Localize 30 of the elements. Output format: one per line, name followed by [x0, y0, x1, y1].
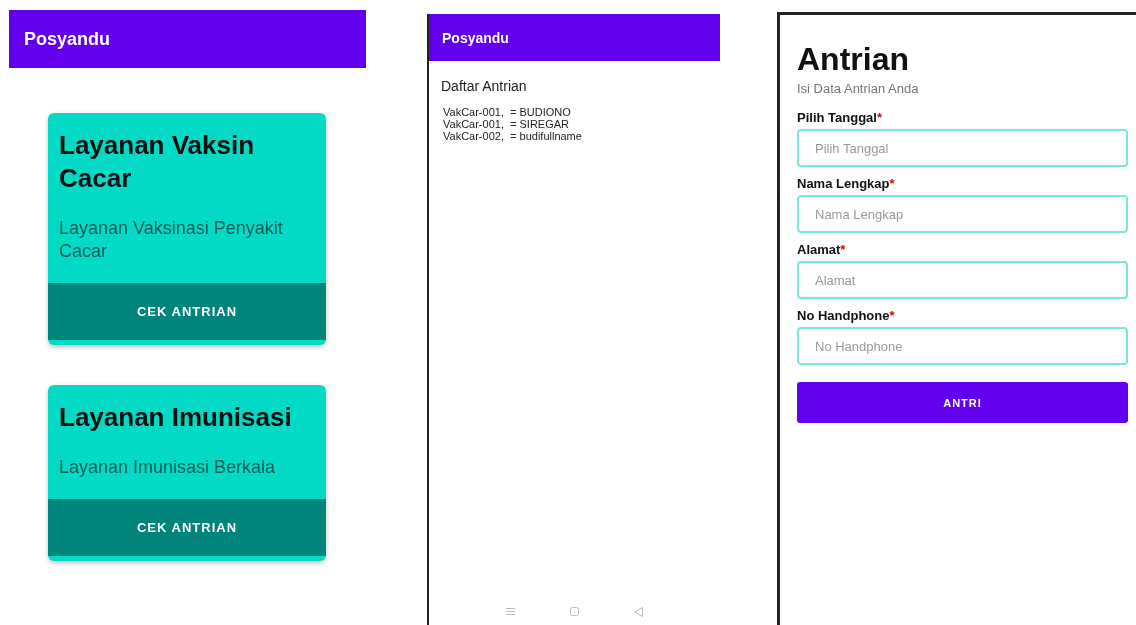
queue-entry: VakCar-001, = BUDIONO	[443, 106, 572, 118]
app-title: Posyandu	[24, 28, 111, 50]
field-label: Pilih Tanggal	[797, 110, 877, 125]
field-label: Nama Lengkap	[797, 176, 890, 191]
input-field[interactable]: Alamat	[797, 261, 1128, 299]
submit-button[interactable]: ANTRI	[797, 382, 1128, 423]
card-title: Layanan Vaksin Cacar	[58, 129, 256, 195]
queue-entry: VakCar-001, = SIREGAR	[443, 118, 571, 130]
required-mark: *	[889, 308, 895, 323]
input-field[interactable]: Nama Lengkap	[797, 195, 1128, 233]
required-mark: *	[889, 176, 895, 191]
input-field[interactable]: No Handphone	[797, 327, 1128, 365]
app-title: Posyandu	[442, 29, 509, 46]
check-queue-button[interactable]: CEK ANTRIAN	[48, 499, 326, 556]
back-icon[interactable]	[634, 607, 643, 617]
field-label: No Handphone	[797, 308, 890, 323]
field-label: Alamat	[797, 242, 841, 257]
check-queue-button[interactable]: CEK ANTRIAN	[48, 283, 326, 340]
queue-entry: VakCar-002, = budifullname	[443, 130, 583, 142]
card-description: Layanan Imunisasi Berkala	[58, 456, 277, 479]
input-field[interactable]: Pilih Tanggal	[797, 129, 1128, 167]
required-mark: *	[876, 110, 882, 125]
form-subtitle: Isi Data Antrian Anda	[797, 81, 920, 96]
card-description: Layanan Vaksinasi Penyakit Cacar	[58, 217, 284, 263]
menu-icon[interactable]	[506, 607, 515, 616]
card-title: Layanan Imunisasi	[58, 401, 293, 434]
list-heading: Daftar Antrian	[440, 77, 528, 94]
required-mark: *	[840, 242, 846, 257]
form-title: Antrian	[797, 41, 910, 77]
square-icon[interactable]	[570, 607, 579, 616]
